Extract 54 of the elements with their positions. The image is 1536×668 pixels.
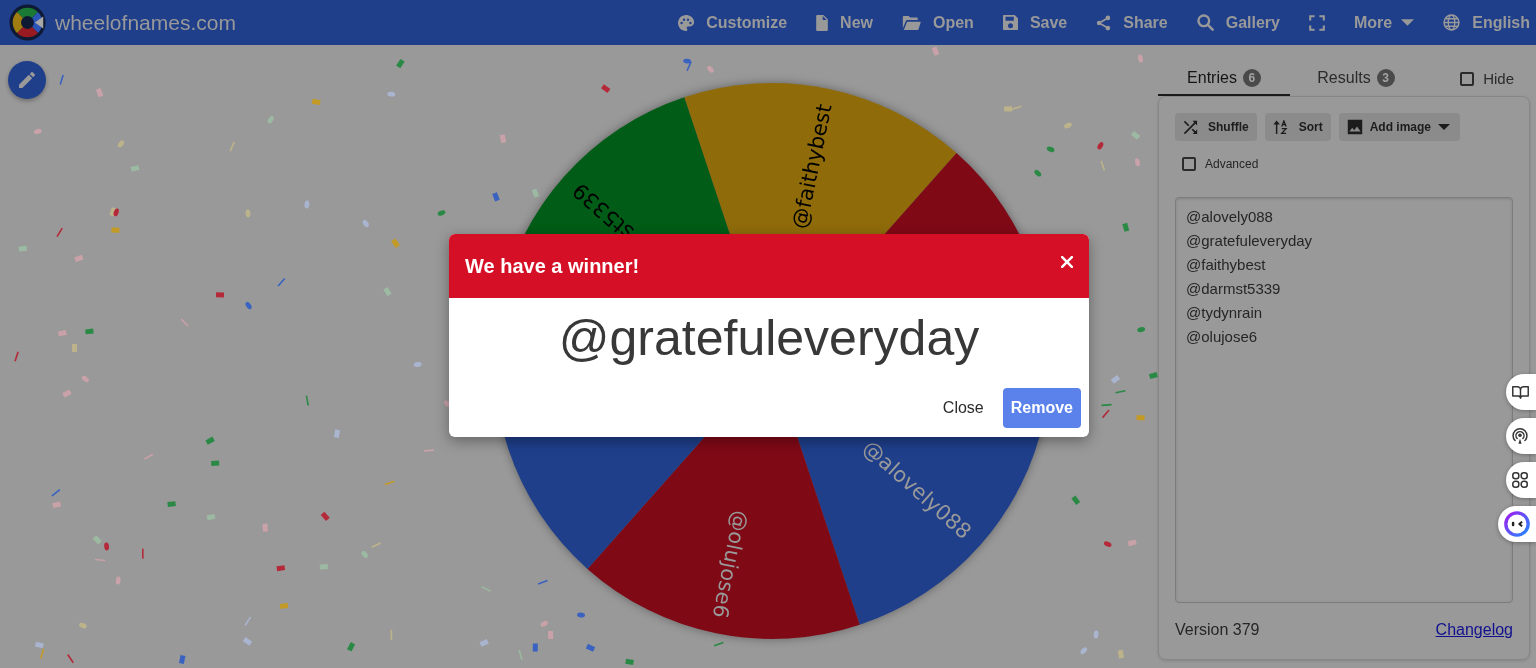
site-title: wheelofnames.com [55,9,236,36]
bot-button[interactable] [1498,506,1536,542]
changelog-link[interactable]: Changelog [1435,618,1513,642]
version-text: Version 379 [1175,620,1260,640]
file-icon [816,14,829,31]
sort-icon [1272,119,1289,135]
dialog-title: We have a winner! [465,254,640,279]
share-icon [1096,14,1112,31]
image-icon [1346,119,1363,135]
checkbox-label: Hide [1483,68,1514,89]
folder-icon [902,15,921,30]
winner-name: @gratefuleveryday [557,308,981,368]
book-button[interactable] [1506,374,1536,410]
new-link[interactable]: New [816,10,873,35]
slice-label: @olujose6 [707,508,753,621]
entries-field[interactable]: @alovely088 @gratefuleveryday @faithybest @darmst5339 @tydynrain @olujose6 [1175,197,1513,603]
share-link[interactable]: Share [1096,10,1168,35]
language-menu[interactable]: English [1443,10,1530,35]
gallery-link[interactable]: Gallery [1196,10,1280,35]
open-link[interactable]: Open [902,10,974,35]
count-badge: 3 [1376,69,1395,87]
close-dialog-button[interactable]: Close [942,396,984,420]
bot-face-icon [1504,511,1530,537]
edit-button[interactable] [8,61,46,99]
save-link[interactable]: Save [1002,10,1068,35]
advanced-checkbox[interactable] [1182,157,1196,171]
shuffle-icon [1183,119,1198,135]
sort-button[interactable]: Sort [1264,113,1331,141]
fullscreen-icon [1309,14,1325,31]
grid-icon [1512,472,1528,488]
fullscreen-button[interactable] [1309,14,1325,31]
shuffle-button[interactable]: Shuffle [1175,113,1257,141]
broadcast-button[interactable] [1506,418,1536,454]
pencil-icon [19,72,35,88]
checkbox-label: Advanced [1205,156,1259,173]
panel-tab[interactable]: Entries 6 [1158,56,1290,96]
caret-icon [1401,19,1415,26]
wheel-logo-icon [9,4,46,41]
close-icon [1061,255,1073,268]
broadcast-icon [1512,427,1528,445]
panel-tab[interactable]: Results 3 [1290,56,1422,96]
remove-button[interactable]: Remove [1002,388,1081,428]
caret-icon [1438,124,1450,130]
count-badge: 6 [1242,69,1261,87]
search-icon [1196,14,1214,31]
hide-checkbox[interactable] [1460,72,1475,86]
close-button[interactable] [1061,255,1073,268]
customize-link[interactable]: Customize [678,10,788,35]
more-menu[interactable]: More [1354,10,1415,35]
grid-button[interactable] [1506,462,1536,498]
globe-icon [1443,14,1461,31]
add-image-button[interactable]: Add image [1338,113,1460,141]
palette-icon [678,14,695,31]
book-icon [1512,384,1529,400]
